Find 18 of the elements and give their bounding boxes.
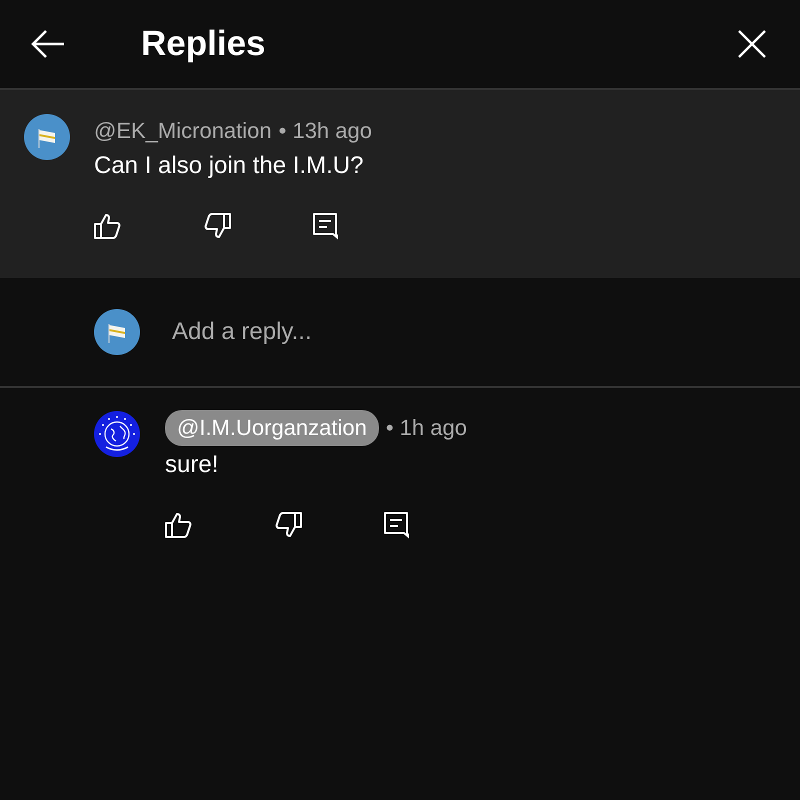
back-icon[interactable] bbox=[30, 29, 66, 59]
close-icon[interactable] bbox=[737, 29, 767, 59]
comment-text: sure! bbox=[165, 451, 218, 479]
comment-time: • 1h ago bbox=[386, 415, 467, 441]
comment-icon[interactable] bbox=[312, 212, 338, 240]
page-title: Replies bbox=[141, 24, 266, 64]
comment-icon[interactable] bbox=[383, 511, 409, 539]
thumbs-up-icon[interactable] bbox=[94, 213, 122, 239]
reply-field[interactable]: Add a reply... bbox=[172, 318, 572, 346]
globe-avatar bbox=[94, 411, 140, 457]
flag-avatar bbox=[24, 114, 70, 160]
thumbs-down-icon[interactable] bbox=[274, 512, 302, 538]
thumbs-down-icon[interactable] bbox=[203, 213, 231, 239]
flag-avatar bbox=[94, 309, 140, 355]
comment-time: • 13h ago bbox=[278, 118, 372, 144]
thumbs-up-icon[interactable] bbox=[165, 512, 193, 538]
comment-text: Can I also join the I.M.U? bbox=[94, 152, 364, 180]
author-name[interactable]: @EK_Micronation bbox=[94, 118, 272, 144]
